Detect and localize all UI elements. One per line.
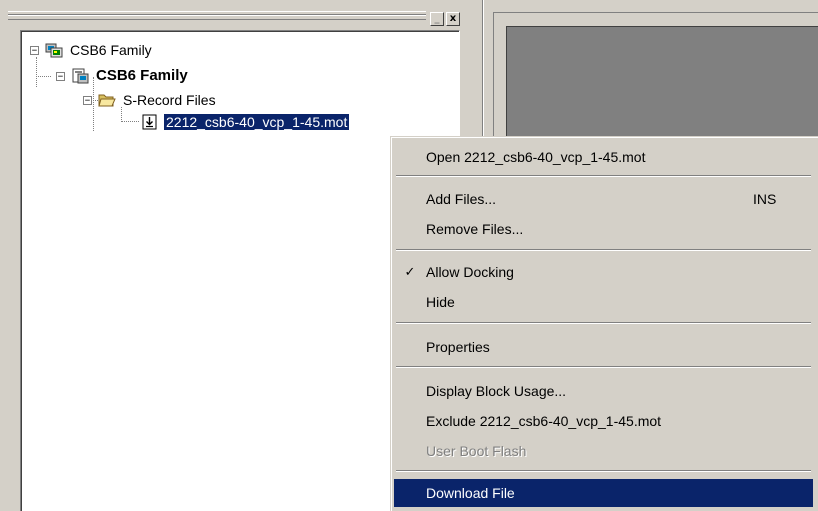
context-menu: Open 2212_csb6-40_vcp_1-45.mot Add Files… [390,136,818,511]
menu-item-label: Display Block Usage... [426,383,567,399]
menu-item-display-block-usage[interactable]: Display Block Usage... [394,377,813,405]
tree-label-file[interactable]: 2212_csb6-40_vcp_1-45.mot [162,113,351,131]
menu-item-label: Allow Docking [426,264,514,280]
checkmark-icon: ✓ [404,264,416,280]
project-icon [71,68,89,84]
tree-label-folder[interactable]: S-Record Files [121,92,218,108]
tree-label-project[interactable]: CSB6 Family [94,68,190,84]
menu-item-user-boot-flash: User Boot Flash [394,437,813,465]
menu-item-exclude[interactable]: Exclude 2212_csb6-40_vcp_1-45.mot [394,407,813,435]
menu-item-allow-docking[interactable]: ✓ Allow Docking [394,258,813,286]
workspace-icon [45,42,63,58]
menu-item-open[interactable]: Open 2212_csb6-40_vcp_1-45.mot [394,143,813,171]
menu-item-properties[interactable]: Properties [394,333,813,361]
tree-label-root[interactable]: CSB6 Family [68,42,154,58]
menu-item-add-files[interactable]: Add Files... INS [394,185,813,213]
menu-item-label: Exclude 2212_csb6-40_vcp_1-45.mot [426,413,662,429]
menu-item-label: User Boot Flash [426,443,527,459]
menu-separator [396,470,811,472]
minimize-pane-button[interactable]: _ [430,12,444,26]
tree-connector [121,121,139,122]
tree-node-folder[interactable]: − S-Record Files [83,91,218,109]
tree-node-file[interactable]: 2212_csb6-40_vcp_1-45.mot [141,113,351,131]
menu-item-label: Hide [426,294,455,310]
collapse-expander[interactable]: − [30,45,39,55]
menu-separator [396,175,811,177]
collapse-expander[interactable]: − [56,71,65,81]
tree-connector [121,107,122,122]
menu-item-download-file[interactable]: Download File [394,479,813,507]
collapse-expander[interactable]: − [83,95,92,105]
menu-separator [396,366,811,368]
menu-separator [396,322,811,324]
menu-separator [396,249,811,251]
workspace-pane-titlebar[interactable]: _ x [0,0,478,30]
menu-item-label: Remove Files... [426,221,524,237]
tree-connector [36,57,37,87]
menu-item-label: Add Files... [426,191,497,207]
menu-item-remove-files[interactable]: Remove Files... [394,215,813,243]
download-file-icon [141,114,159,130]
menu-item-hide[interactable]: Hide [394,288,813,316]
menu-shortcut: INS [753,191,777,207]
dock-grip[interactable] [8,11,426,20]
folder-open-icon [98,92,116,108]
menu-item-label: Open 2212_csb6-40_vcp_1-45.mot [426,149,646,165]
menu-item-label: Download File [426,485,515,501]
tree-node-project[interactable]: − CSB6 Family [56,67,190,85]
menu-item-label: Properties [426,339,490,355]
tree-connector [36,76,51,77]
tree-node-root[interactable]: − CSB6 Family [30,41,154,59]
close-pane-button[interactable]: x [446,12,460,26]
